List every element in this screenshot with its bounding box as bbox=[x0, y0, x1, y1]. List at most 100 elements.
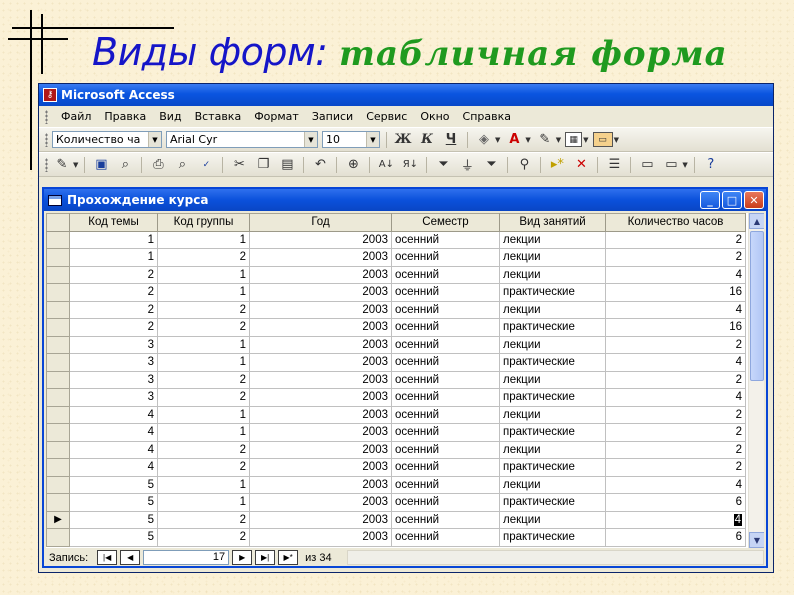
select-all-cell[interactable] bbox=[46, 213, 70, 232]
cell-group[interactable]: 2 bbox=[157, 318, 250, 337]
cell-hours[interactable]: 2 bbox=[605, 440, 746, 459]
chevron-down-icon[interactable]: ▼ bbox=[525, 136, 530, 144]
first-record-icon[interactable]: |◀ bbox=[97, 550, 118, 565]
cell-lesson-type[interactable]: лекции bbox=[499, 510, 606, 529]
cell-hours[interactable]: 4 bbox=[605, 475, 746, 494]
vertical-scrollbar[interactable]: ▲ ▼ bbox=[748, 213, 764, 548]
cell-group[interactable]: 2 bbox=[157, 388, 250, 407]
italic-button[interactable]: К bbox=[417, 130, 437, 150]
row-selector[interactable] bbox=[46, 388, 70, 407]
scroll-up-icon[interactable]: ▲ bbox=[749, 213, 764, 229]
cell-topic[interactable]: 4 bbox=[69, 458, 158, 477]
row-selector[interactable] bbox=[46, 283, 70, 302]
cell-year[interactable]: 2003 bbox=[249, 388, 392, 407]
cell-hours[interactable]: 6 bbox=[605, 528, 746, 547]
cell-group[interactable]: 2 bbox=[157, 528, 250, 547]
menu-insert[interactable]: Вставка bbox=[195, 110, 242, 123]
cut-icon[interactable]: ✂ bbox=[229, 155, 249, 175]
row-selector[interactable] bbox=[46, 265, 70, 284]
cell-year[interactable]: 2003 bbox=[249, 528, 392, 547]
menu-edit[interactable]: Правка bbox=[104, 110, 146, 123]
row-selector[interactable] bbox=[46, 300, 70, 319]
cell-hours[interactable]: 4 bbox=[605, 265, 746, 284]
minimize-icon[interactable]: _ bbox=[700, 191, 720, 209]
underline-button[interactable]: Ч bbox=[441, 130, 461, 150]
help-icon[interactable]: ? bbox=[701, 155, 721, 175]
cell-topic[interactable]: 4 bbox=[69, 440, 158, 459]
row-selector[interactable] bbox=[46, 230, 70, 249]
cell-topic[interactable]: 1 bbox=[69, 248, 158, 267]
cell-hours[interactable]: 4 bbox=[605, 510, 746, 529]
font-combo[interactable]: Arial Cyr ▼ bbox=[166, 131, 318, 148]
cell-lesson-type[interactable]: практические bbox=[499, 493, 606, 512]
cell-group[interactable]: 1 bbox=[157, 283, 250, 302]
new-object-icon[interactable]: ▭ bbox=[661, 155, 681, 175]
cell-year[interactable]: 2003 bbox=[249, 353, 392, 372]
cell-hours[interactable]: 2 bbox=[605, 370, 746, 389]
column-header-group[interactable]: Код группы bbox=[157, 213, 250, 232]
row-selector[interactable] bbox=[46, 335, 70, 354]
cell-group[interactable]: 2 bbox=[157, 248, 250, 267]
cell-group[interactable]: 2 bbox=[157, 440, 250, 459]
cell-lesson-type[interactable]: практические bbox=[499, 283, 606, 302]
cell-year[interactable]: 2003 bbox=[249, 283, 392, 302]
row-selector[interactable] bbox=[46, 528, 70, 547]
cell-semester[interactable]: осенний bbox=[391, 370, 500, 389]
row-selector[interactable] bbox=[46, 440, 70, 459]
cell-lesson-type[interactable]: лекции bbox=[499, 475, 606, 494]
cell-group[interactable]: 1 bbox=[157, 423, 250, 442]
cell-semester[interactable]: осенний bbox=[391, 283, 500, 302]
new-record-nav-icon[interactable]: ▶* bbox=[278, 550, 299, 565]
line-color-icon[interactable]: ✎ bbox=[535, 130, 555, 150]
cell-group[interactable]: 2 bbox=[157, 300, 250, 319]
sort-descending-icon[interactable]: Я↓ bbox=[400, 155, 420, 175]
cell-year[interactable]: 2003 bbox=[249, 370, 392, 389]
sort-ascending-icon[interactable]: A↓ bbox=[376, 155, 396, 175]
cell-semester[interactable]: осенний bbox=[391, 493, 500, 512]
size-combo[interactable]: 10 ▼ bbox=[322, 131, 380, 148]
chevron-down-icon[interactable]: ▼ bbox=[73, 161, 78, 169]
cell-lesson-type[interactable]: лекции bbox=[499, 405, 606, 424]
cell-year[interactable]: 2003 bbox=[249, 265, 392, 284]
cell-semester[interactable]: осенний bbox=[391, 318, 500, 337]
menu-view[interactable]: Вид bbox=[159, 110, 181, 123]
cell-semester[interactable]: осенний bbox=[391, 265, 500, 284]
cell-year[interactable]: 2003 bbox=[249, 493, 392, 512]
cell-lesson-type[interactable]: практические bbox=[499, 353, 606, 372]
save-icon[interactable]: ▣ bbox=[91, 155, 111, 175]
cell-group[interactable]: 2 bbox=[157, 458, 250, 477]
prev-record-icon[interactable]: ◀ bbox=[120, 550, 141, 565]
next-record-icon[interactable]: ▶ bbox=[232, 550, 253, 565]
apply-filter-icon[interactable]: ⏷ bbox=[481, 155, 501, 175]
cell-group[interactable]: 1 bbox=[157, 493, 250, 512]
menu-window[interactable]: Окно bbox=[420, 110, 449, 123]
cell-topic[interactable]: 3 bbox=[69, 353, 158, 372]
cell-hours[interactable]: 16 bbox=[605, 283, 746, 302]
cell-topic[interactable]: 4 bbox=[69, 405, 158, 424]
cell-hours[interactable]: 2 bbox=[605, 405, 746, 424]
cell-semester[interactable]: осенний bbox=[391, 528, 500, 547]
current-record-input[interactable]: 17 bbox=[143, 550, 230, 565]
special-effect-icon[interactable]: ▭ bbox=[592, 132, 613, 147]
cell-hours[interactable]: 2 bbox=[605, 423, 746, 442]
row-selector[interactable] bbox=[46, 248, 70, 267]
last-record-icon[interactable]: ▶| bbox=[255, 550, 276, 565]
cell-year[interactable]: 2003 bbox=[249, 423, 392, 442]
menu-tools[interactable]: Сервис bbox=[366, 110, 407, 123]
spelling-icon[interactable]: ✓ bbox=[196, 155, 216, 175]
cell-group[interactable]: 2 bbox=[157, 510, 250, 529]
cell-hours[interactable]: 2 bbox=[605, 248, 746, 267]
cell-year[interactable]: 2003 bbox=[249, 510, 392, 529]
cell-lesson-type[interactable]: практические bbox=[499, 528, 606, 547]
paste-icon[interactable]: ▤ bbox=[277, 155, 297, 175]
cell-group[interactable]: 1 bbox=[157, 475, 250, 494]
close-icon[interactable]: ✕ bbox=[744, 191, 764, 209]
cell-year[interactable]: 2003 bbox=[249, 248, 392, 267]
hyperlink-icon[interactable]: ⊕ bbox=[343, 155, 363, 175]
cell-group[interactable]: 1 bbox=[157, 335, 250, 354]
column-header-hours[interactable]: Количество часов bbox=[605, 213, 746, 232]
cell-topic[interactable]: 2 bbox=[69, 265, 158, 284]
row-selector[interactable] bbox=[46, 458, 70, 477]
cell-topic[interactable]: 5 bbox=[69, 510, 158, 529]
fill-color-icon[interactable]: ◈ bbox=[474, 130, 494, 150]
